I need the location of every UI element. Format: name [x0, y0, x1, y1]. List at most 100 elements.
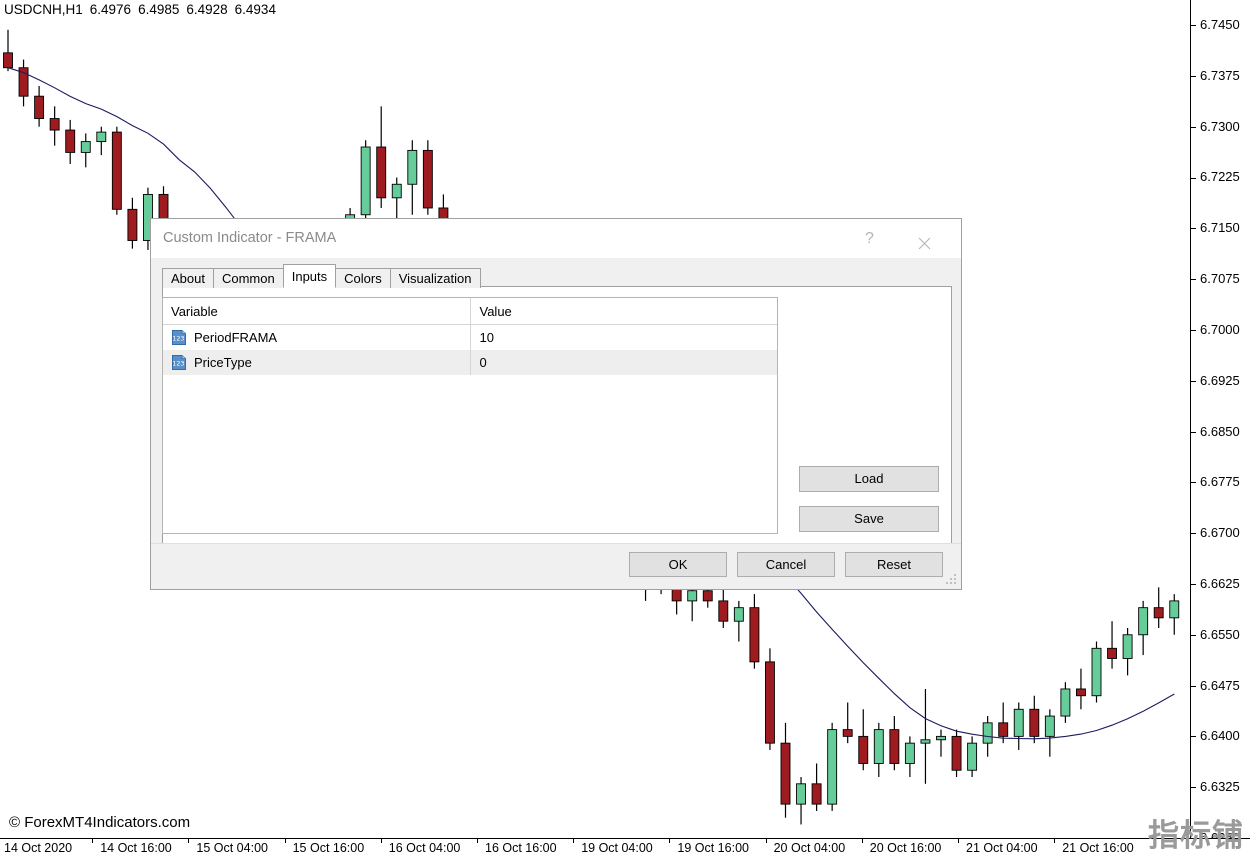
time-tick-label: 15 Oct 16:00: [293, 841, 365, 855]
ohlc-open: 6.4976: [90, 2, 131, 17]
candle: [50, 106, 59, 145]
resize-grip[interactable]: [946, 574, 958, 586]
candle: [19, 60, 28, 107]
variable-name: PriceType: [194, 355, 252, 370]
save-button[interactable]: Save: [799, 506, 939, 532]
inputs-grid: Variable Value 123PeriodFRAMA10123PriceT…: [163, 298, 777, 375]
price-value: 6.6475: [1200, 678, 1240, 693]
price-tick-label: 6.7150: [1191, 221, 1240, 235]
candle: [1092, 642, 1101, 703]
value-cell[interactable]: 0: [470, 350, 777, 375]
int-type-icon: 123: [171, 330, 187, 345]
close-icon[interactable]: [902, 223, 947, 255]
grip-dot: [954, 582, 956, 584]
candle: [112, 127, 121, 215]
column-header-value[interactable]: Value: [470, 298, 777, 325]
table-row[interactable]: 123PriceType0: [163, 350, 777, 375]
candle: [797, 777, 806, 824]
candle: [905, 736, 914, 777]
candle: [4, 30, 13, 71]
price-tick-label: 6.6475: [1191, 679, 1240, 693]
candle: [859, 709, 868, 770]
candle: [843, 703, 852, 744]
time-axis[interactable]: 14 Oct 202014 Oct 16:0015 Oct 04:0015 Oc…: [0, 838, 1250, 860]
candle: [1139, 601, 1148, 655]
svg-text:123: 123: [172, 334, 184, 342]
tick-mark: [1191, 787, 1196, 788]
variable-cell[interactable]: 123PeriodFRAMA: [163, 325, 470, 351]
load-button[interactable]: Load: [799, 466, 939, 492]
candle: [874, 723, 883, 777]
dialog-titlebar[interactable]: Custom Indicator - FRAMA ?: [151, 219, 961, 258]
price-value: 6.6925: [1200, 373, 1240, 388]
table-row[interactable]: 123PeriodFRAMA10: [163, 325, 777, 351]
time-tick-mark: [766, 839, 767, 843]
symbol-label: USDCNH,H1: [4, 2, 83, 17]
cancel-button[interactable]: Cancel: [737, 552, 835, 577]
time-tick-mark: [862, 839, 863, 843]
price-axis[interactable]: 6.74506.73756.73006.72256.71506.70756.70…: [1190, 0, 1250, 838]
candle: [1123, 628, 1132, 675]
inputs-table[interactable]: Variable Value 123PeriodFRAMA10123PriceT…: [162, 297, 778, 534]
tab-label: Common: [222, 271, 275, 286]
tick-mark: [1191, 482, 1196, 483]
price-tick-label: 6.6325: [1191, 780, 1240, 794]
time-tick-mark: [1054, 839, 1055, 843]
price-tick-label: 6.6700: [1191, 526, 1240, 540]
watermark-label: 指标铺: [1148, 820, 1244, 851]
tab-label: Colors: [344, 271, 382, 286]
candle: [377, 106, 386, 208]
tick-mark: [1191, 228, 1196, 229]
tab-colors[interactable]: Colors: [335, 268, 391, 288]
ok-button[interactable]: OK: [629, 552, 727, 577]
price-value: 6.6700: [1200, 525, 1240, 540]
time-tick-label: 21 Oct 16:00: [1062, 841, 1134, 855]
candle: [937, 730, 946, 757]
price-value: 6.7300: [1200, 119, 1240, 134]
column-header-variable[interactable]: Variable: [163, 298, 470, 325]
price-value: 6.6325: [1200, 779, 1240, 794]
time-tick-label: 16 Oct 16:00: [485, 841, 557, 855]
tick-mark: [1191, 178, 1196, 179]
ohlc-close: 6.4934: [235, 2, 276, 17]
time-tick-label: 19 Oct 16:00: [677, 841, 749, 855]
candle: [890, 716, 899, 770]
time-tick-label: 20 Oct 16:00: [870, 841, 942, 855]
tick-mark: [1191, 127, 1196, 128]
candle: [1154, 587, 1163, 628]
variable-cell[interactable]: 123PriceType: [163, 350, 470, 375]
tab-label: About: [171, 271, 205, 286]
symbol-header: USDCNH,H16.49766.49856.49286.4934: [4, 2, 276, 17]
candle: [952, 730, 961, 777]
help-icon[interactable]: ?: [847, 223, 892, 255]
price-tick-label: 6.7375: [1191, 69, 1240, 83]
price-tick-label: 6.6925: [1191, 374, 1240, 388]
value-cell[interactable]: 10: [470, 325, 777, 351]
dialog-tab-bar[interactable]: About Common Inputs Colors Visualization: [162, 266, 480, 287]
tab-common[interactable]: Common: [213, 268, 284, 288]
reset-button[interactable]: Reset: [845, 552, 943, 577]
price-tick-label: 6.6625: [1191, 577, 1240, 591]
time-tick-mark: [381, 839, 382, 843]
grip-dot: [946, 582, 948, 584]
tab-visualization[interactable]: Visualization: [390, 268, 481, 288]
candle: [423, 140, 432, 215]
tick-mark: [1191, 432, 1196, 433]
dialog-footer: OK Cancel Reset: [151, 543, 961, 589]
candle: [968, 736, 977, 777]
candle: [1061, 682, 1070, 723]
candle: [999, 703, 1008, 744]
tab-about[interactable]: About: [162, 268, 214, 288]
dialog-title: Custom Indicator - FRAMA: [163, 230, 336, 246]
tick-mark: [1191, 635, 1196, 636]
time-tick-mark: [477, 839, 478, 843]
grip-dot: [950, 582, 952, 584]
candle: [1045, 709, 1054, 756]
candle: [408, 140, 417, 215]
tab-inputs[interactable]: Inputs: [283, 264, 336, 288]
price-value: 6.6850: [1200, 424, 1240, 439]
price-value: 6.7450: [1200, 17, 1240, 32]
time-tick-mark: [669, 839, 670, 843]
tab-label: Inputs: [292, 269, 327, 284]
price-tick-label: 6.7450: [1191, 18, 1240, 32]
